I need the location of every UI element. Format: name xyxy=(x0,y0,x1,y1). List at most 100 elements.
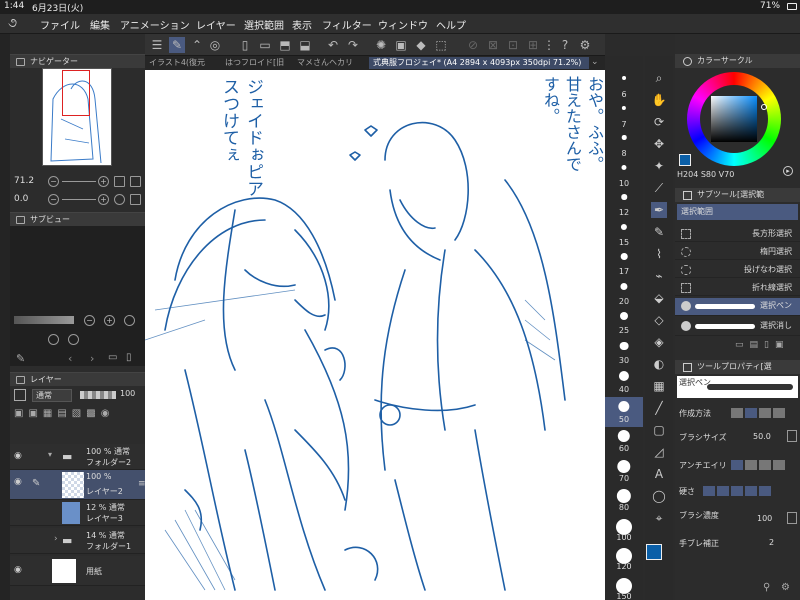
layer-actions-row[interactable]: ▣▣▦▤▧▩◉ xyxy=(14,408,144,422)
navigator-view-rect[interactable] xyxy=(62,70,90,116)
subview-fit[interactable] xyxy=(124,315,135,326)
transform-icon[interactable]: ⬚ xyxy=(433,37,449,53)
main-color-swatch[interactable] xyxy=(646,544,662,560)
modifier-icon[interactable]: ◎ xyxy=(207,37,223,53)
tool-property-header[interactable]: ツールプロパティ[選 xyxy=(675,360,800,374)
brush-size-option[interactable]: 50 xyxy=(605,396,643,427)
zoom-slider[interactable] xyxy=(62,181,96,182)
brush-size-option[interactable]: 70 xyxy=(605,456,643,486)
subview-prev-icon[interactable]: ‹ xyxy=(68,352,72,365)
brush-size-option[interactable]: 17 xyxy=(605,249,643,279)
hamburger-menu-icon[interactable]: ☰ xyxy=(149,37,165,53)
saturation-value-square[interactable] xyxy=(711,96,757,142)
subtool-header[interactable]: サブツール[選択範 xyxy=(675,188,800,202)
subtool-group-tab[interactable]: 選択範囲 xyxy=(677,204,798,220)
tool-property-reset-icon[interactable]: ⚲ xyxy=(763,582,770,593)
fill-selection-icon[interactable]: ◆ xyxy=(413,37,429,53)
subtool-item[interactable]: 投げなわ選択 xyxy=(675,262,800,278)
brush-size-option[interactable]: 120 xyxy=(605,544,643,574)
open-file-icon[interactable]: ▭ xyxy=(257,37,273,53)
menu-view[interactable]: 表示 xyxy=(292,17,312,32)
line-icon[interactable]: ╱ xyxy=(651,400,667,416)
blend-mode-select[interactable]: 通常 xyxy=(32,389,72,402)
brush-size-option[interactable]: 6 xyxy=(605,72,643,102)
zoom-out-button[interactable]: − xyxy=(48,176,59,187)
brush-size-option[interactable]: 25 xyxy=(605,308,643,338)
hardness-options[interactable] xyxy=(703,486,773,498)
subview-delete-icon[interactable]: ▯ xyxy=(126,352,132,363)
text-icon[interactable]: A xyxy=(651,466,667,482)
fit-window-icon[interactable] xyxy=(114,176,125,187)
layer-row[interactable]: ◉ 用紙 xyxy=(10,556,145,586)
brush-size-option[interactable]: 7 xyxy=(605,102,643,132)
subview-header[interactable]: サブビュー xyxy=(10,212,145,226)
correct-icon[interactable]: ⌖ xyxy=(651,510,667,526)
menu-layer[interactable]: レイヤー xyxy=(196,17,236,32)
reset-rotation-icon[interactable] xyxy=(114,194,125,205)
undo-icon[interactable]: ↶ xyxy=(325,37,341,53)
drawing-canvas[interactable]: ジェイドぉピアスつけてぇ おや。ふふ。甘えたさんですね。 xyxy=(145,70,605,600)
rotate-left-button[interactable]: − xyxy=(48,194,59,205)
bucket-icon[interactable]: ◐ xyxy=(651,356,667,372)
brush-size-option[interactable]: 15 xyxy=(605,220,643,250)
ruler-icon[interactable]: ◿ xyxy=(651,444,667,460)
subtool-item[interactable]: 選択消し xyxy=(675,318,800,336)
search-icon[interactable]: ⌕ xyxy=(651,70,667,86)
clear-icon[interactable]: ▣ xyxy=(393,37,409,53)
loading-icon[interactable]: ✺ xyxy=(373,37,389,53)
rotate-right-button[interactable]: + xyxy=(98,194,109,205)
fill-icon[interactable]: ⬙ xyxy=(651,290,667,306)
layer-header[interactable]: レイヤー xyxy=(10,372,145,386)
layer-row[interactable]: ◉ ✎ 100 % レイヤー2 ≡ xyxy=(10,470,146,500)
brush-size-option[interactable]: 10 xyxy=(605,161,643,191)
help-icon[interactable]: ? xyxy=(557,37,573,53)
hand-icon[interactable]: ✋ xyxy=(651,92,667,108)
snap-icon[interactable]: ⋮ xyxy=(541,37,557,53)
menu-edit[interactable]: 編集 xyxy=(90,17,110,32)
layer-row[interactable]: › ▬ 14 % 通常 フォルダー1 xyxy=(10,528,145,554)
move-icon[interactable]: ✥ xyxy=(651,136,667,152)
document-tab[interactable]: イラスト4(復元 xyxy=(149,57,219,69)
subview-next-icon[interactable]: › xyxy=(90,352,94,365)
subview-refresh-icon[interactable] xyxy=(68,334,79,345)
rotate-icon[interactable]: ⟳ xyxy=(651,114,667,130)
opacity-slider[interactable] xyxy=(80,391,116,399)
subtool-actions[interactable]: ▭▤▯▣ xyxy=(735,340,789,350)
brush-size-option[interactable]: 40 xyxy=(605,367,643,397)
save-icon[interactable]: ⬒ xyxy=(277,37,293,53)
density-value[interactable]: 100 xyxy=(757,514,772,523)
color-mode-icon[interactable]: ▸ xyxy=(783,166,793,176)
brush-size-option[interactable]: 30 xyxy=(605,338,643,368)
document-tab[interactable]: マメさんヘカリ xyxy=(297,57,363,69)
brush-size-option[interactable]: 100 xyxy=(605,515,643,545)
selection-launcher-icon[interactable]: ⊞ xyxy=(525,37,541,53)
color-main-swatch[interactable] xyxy=(679,154,691,166)
brush-size-option[interactable]: 8 xyxy=(605,131,643,161)
brush-size-option[interactable]: 12 xyxy=(605,190,643,220)
tool-property-settings-icon[interactable]: ⚙ xyxy=(781,582,790,593)
menu-selection[interactable]: 選択範囲 xyxy=(244,17,284,32)
subtool-item[interactable]: 折れ線選択 xyxy=(675,280,800,296)
subview-eyedropper-icon[interactable]: ✎ xyxy=(16,352,25,365)
document-tab-active[interactable]: 式典服フロジェイ* (A4 2894 x 4093px 350dpi 71.2%… xyxy=(369,57,589,69)
balloon-icon[interactable]: ◯ xyxy=(651,488,667,504)
stabilizer-value[interactable]: 2 xyxy=(769,538,774,547)
menu-filter[interactable]: フィルター xyxy=(322,17,372,32)
brush-size-option[interactable]: 80 xyxy=(605,485,643,515)
subtool-item[interactable]: 楕円選択 xyxy=(675,244,800,260)
visibility-eye-icon[interactable]: ◉ xyxy=(14,451,22,461)
menu-file[interactable]: ファイル xyxy=(40,17,80,32)
tab-menu-chevron-icon[interactable]: ⌄ xyxy=(591,57,599,67)
subtool-item[interactable]: 長方形選択 xyxy=(675,226,800,242)
brush-size-pressure-icon[interactable] xyxy=(787,430,797,442)
app-logo-icon[interactable]: ૭ xyxy=(8,16,17,31)
antialias-options[interactable] xyxy=(731,460,787,472)
brush-size-option[interactable]: 150 xyxy=(605,574,643,600)
visibility-eye-icon[interactable]: ◉ xyxy=(14,565,22,575)
settings-icon[interactable]: ⚙ xyxy=(577,37,593,53)
layer-property-icon[interactable] xyxy=(14,389,26,401)
pen-icon[interactable]: ✒ xyxy=(651,202,667,218)
sparkle-icon[interactable]: ✦ xyxy=(651,158,667,174)
blend-icon[interactable]: ◈ xyxy=(651,334,667,350)
navigator-header[interactable]: ナビゲーター xyxy=(10,54,145,68)
